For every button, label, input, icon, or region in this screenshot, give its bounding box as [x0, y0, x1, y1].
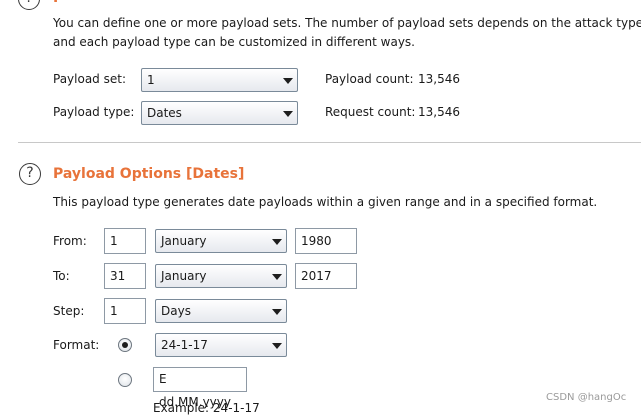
from-month-value: January	[161, 234, 207, 248]
chevron-down-icon	[271, 337, 283, 353]
payload-set-select[interactable]: 1	[141, 68, 298, 92]
from-day-field[interactable]: 1	[104, 228, 146, 254]
from-year-field[interactable]: 1980	[295, 228, 357, 254]
partial-section-title: P	[53, 0, 63, 6]
to-month-value: January	[161, 269, 207, 283]
format-label: Format:	[53, 338, 100, 352]
intro-text-line2: and each payload type can be customized …	[53, 35, 415, 49]
chevron-down-icon	[271, 303, 283, 319]
payload-set-value: 1	[147, 73, 155, 87]
format-preset-value: 24-1-17	[161, 338, 208, 352]
chevron-down-icon	[271, 268, 283, 284]
format-preset-radio[interactable]	[118, 338, 132, 352]
help-icon[interactable]: ?	[19, 163, 41, 185]
from-month-select[interactable]: January	[155, 229, 287, 253]
to-year-field[interactable]: 2017	[295, 263, 357, 289]
format-preset-select[interactable]: 24-1-17	[155, 333, 287, 357]
payload-count-value: 13,546	[418, 72, 460, 86]
step-field[interactable]: 1	[104, 298, 146, 324]
intro-text-line1: You can define one or more payload sets.…	[53, 16, 641, 30]
payload-type-label: Payload type:	[53, 105, 135, 119]
payload-count-label: Payload count:	[325, 72, 414, 86]
payload-set-label: Payload set:	[53, 72, 126, 86]
watermark: CSDN @hangOc	[546, 392, 627, 403]
chevron-down-icon	[282, 105, 294, 121]
request-count-value: 13,546	[418, 105, 460, 119]
section-divider	[18, 142, 641, 143]
section-description: This payload type generates date payload…	[53, 195, 598, 209]
format-example: Example: 24-1-17	[153, 401, 260, 415]
format-custom-radio[interactable]	[118, 373, 132, 387]
payload-type-value: Dates	[147, 106, 182, 120]
to-month-select[interactable]: January	[155, 264, 287, 288]
chevron-down-icon	[271, 233, 283, 249]
step-unit-value: Days	[161, 304, 191, 318]
step-unit-select[interactable]: Days	[155, 299, 287, 323]
help-icon-top[interactable]: ?	[18, 0, 40, 10]
from-label: From:	[53, 234, 87, 248]
step-label: Step:	[53, 304, 85, 318]
to-label: To:	[53, 269, 70, 283]
payload-type-select[interactable]: Dates	[141, 101, 298, 125]
to-day-field[interactable]: 31	[104, 263, 146, 289]
chevron-down-icon	[282, 72, 294, 88]
request-count-label: Request count:	[325, 105, 416, 119]
section-title: Payload Options [Dates]	[53, 166, 245, 182]
format-custom-field[interactable]: E dd.MM.yyyy	[153, 367, 247, 409]
